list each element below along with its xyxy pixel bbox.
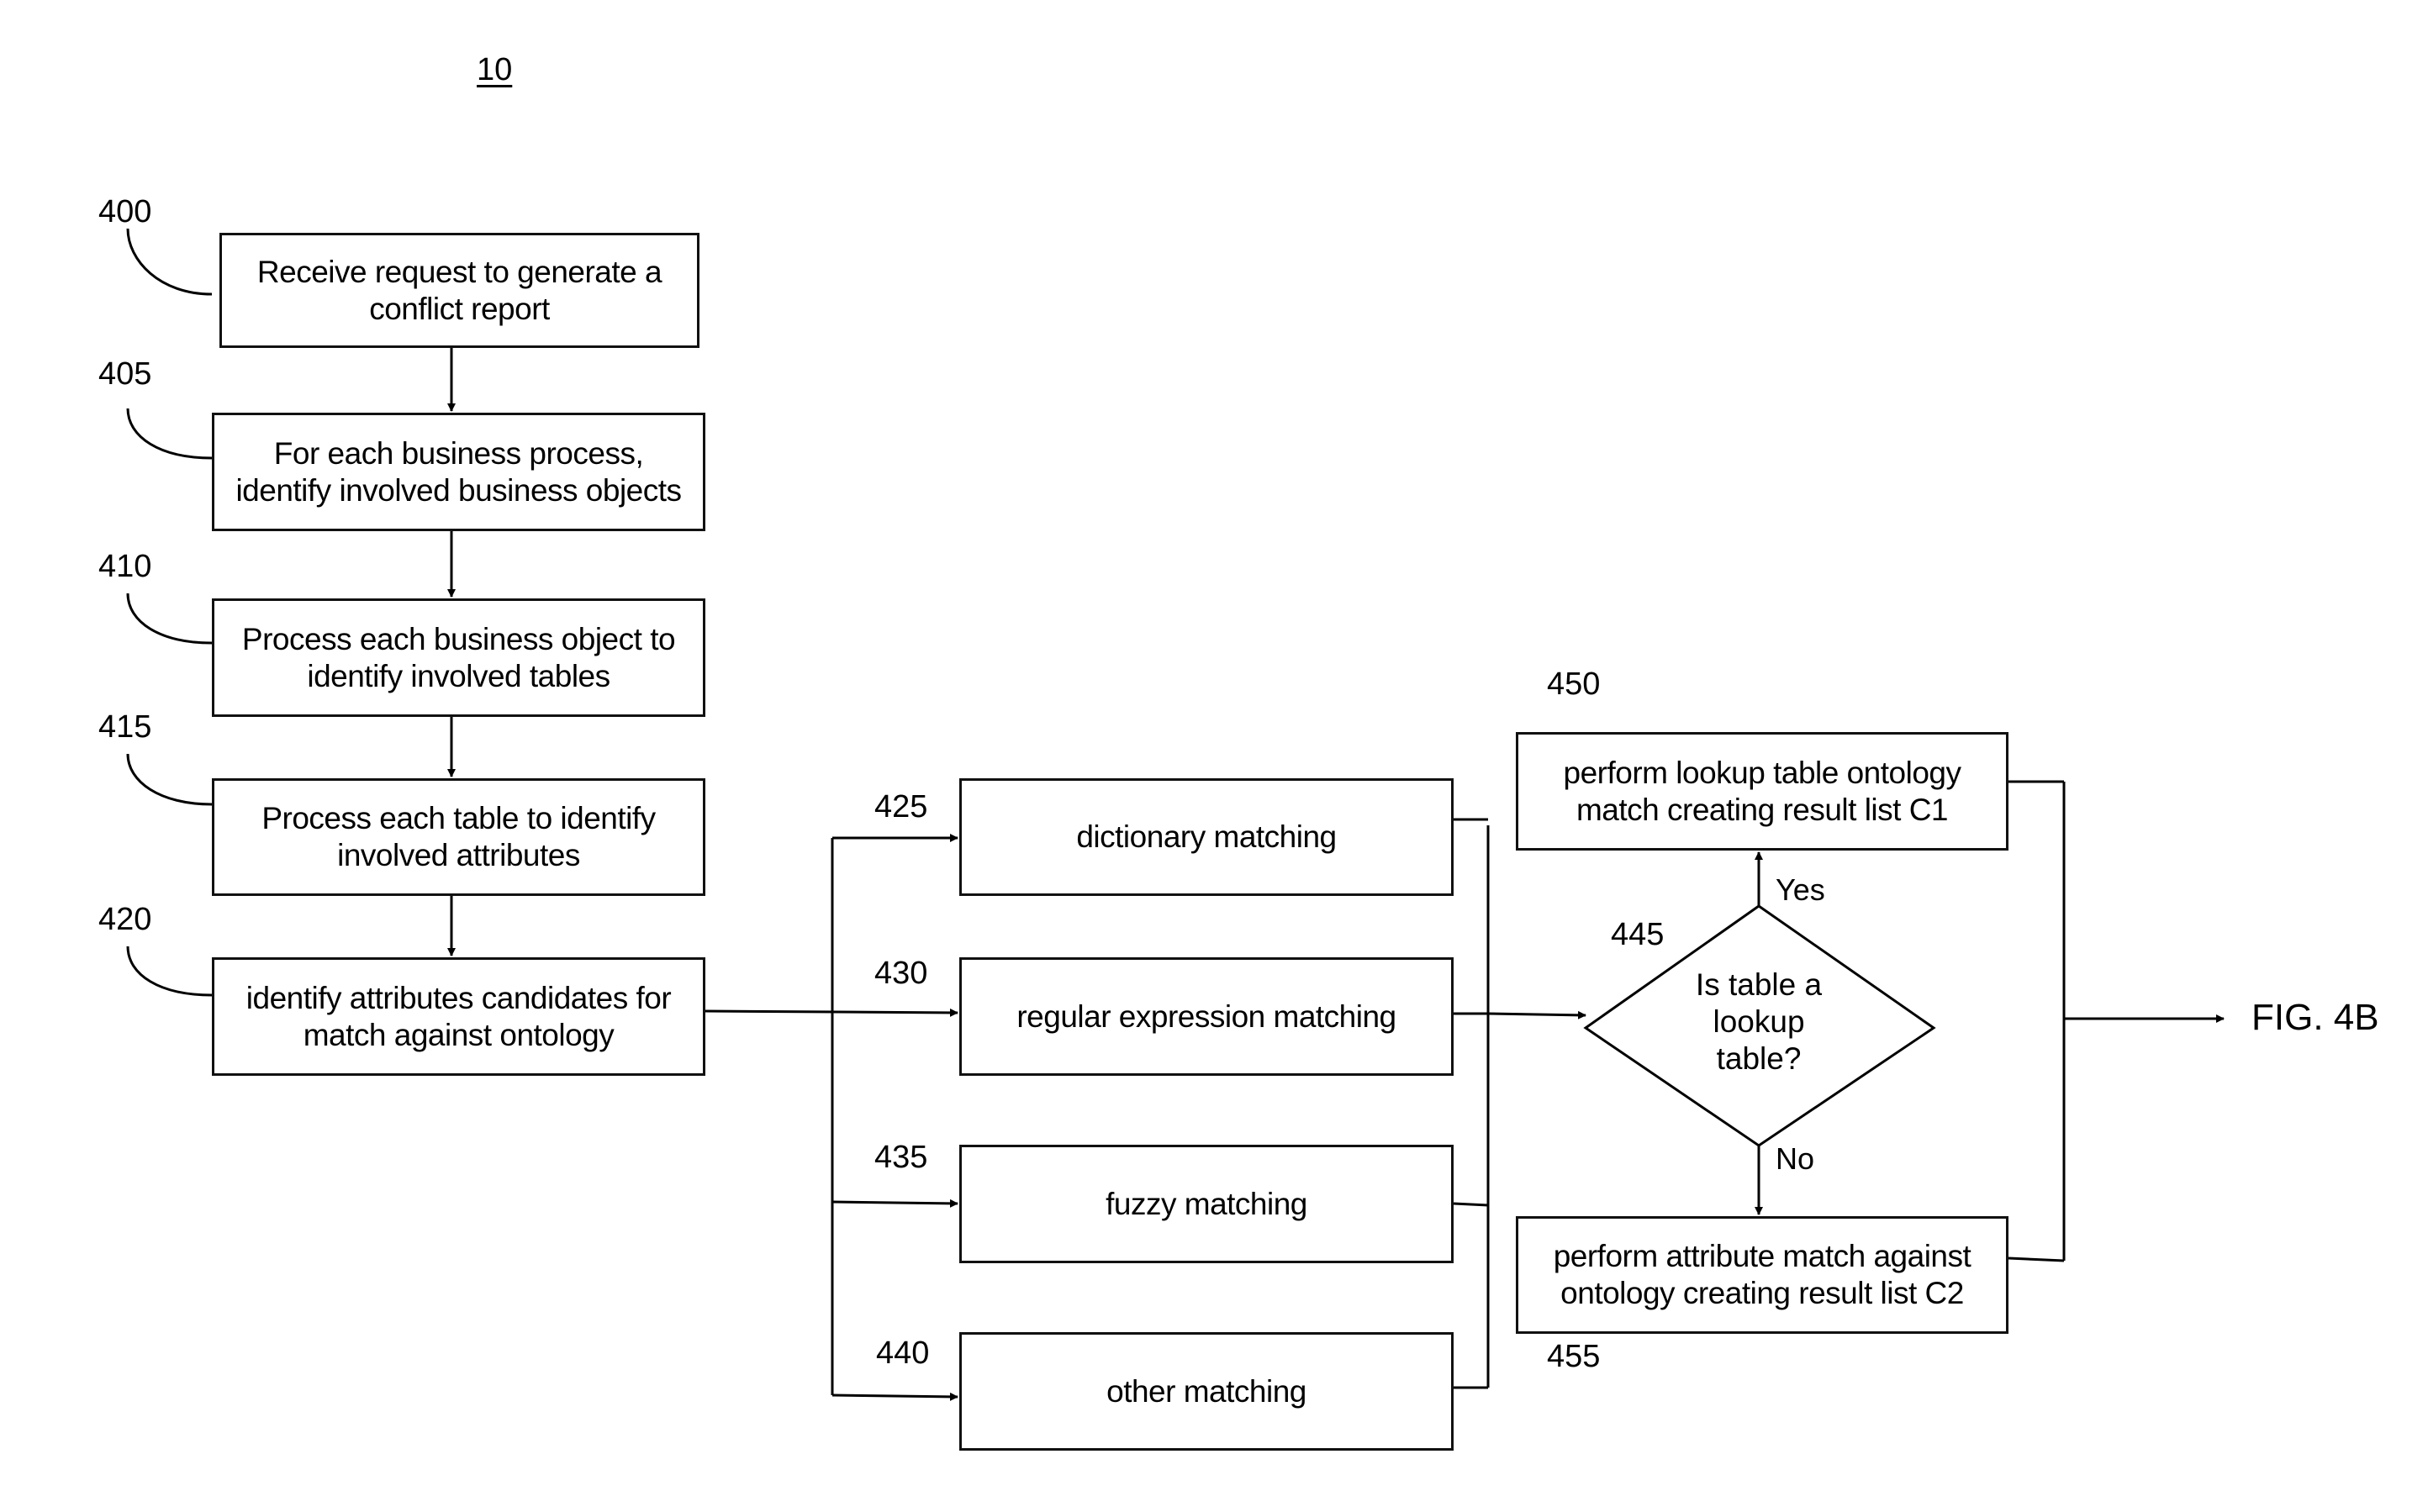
step-text: Receive request to generate a conflict r… [256, 254, 662, 326]
matcher-dictionary: dictionary matching [959, 778, 1454, 896]
arrow-to-435 [831, 1199, 958, 1208]
step-text: identify attributes candidates for match… [245, 980, 672, 1052]
leader-420 [126, 946, 213, 997]
offpage-connector-label: FIG. 4B [2251, 997, 2379, 1038]
merge-455 [2008, 1256, 2065, 1262]
leader-405 [126, 408, 213, 460]
ref-420: 420 [98, 902, 152, 937]
matcher-fuzzy: fuzzy matching [959, 1145, 1454, 1263]
arrow-to-440 [831, 1392, 958, 1401]
outcome-text: perform attribute match against ontology… [1553, 1239, 1971, 1310]
leader-415 [126, 753, 213, 806]
ref-425: 425 [874, 789, 928, 824]
outcome-attribute-match: perform attribute match against ontology… [1516, 1216, 2008, 1334]
ref-455: 455 [1547, 1339, 1601, 1374]
ref-445: 445 [1611, 917, 1665, 952]
matcher-regex: regular expression matching [959, 957, 1454, 1076]
step-receive-request: Receive request to generate a conflict r… [219, 233, 699, 348]
ref-440: 440 [876, 1336, 930, 1371]
step-identify-tables: Process each business object to identify… [212, 598, 705, 717]
step-identify-business-objects: For each business process, identify invo… [212, 413, 705, 531]
step-text: Process each business object to identify… [241, 621, 676, 693]
outcome-text: perform lookup table ontology match crea… [1563, 755, 1961, 827]
decision-text: Is table a lookup table? [1695, 967, 1823, 1076]
figure-number: 10 [477, 52, 513, 87]
matcher-other: other matching [959, 1332, 1454, 1451]
matcher-text: other matching [1106, 1373, 1306, 1409]
step-text: Process each table to identify involved … [261, 801, 656, 872]
ref-400: 400 [98, 194, 152, 229]
ref-435: 435 [874, 1140, 928, 1175]
step-identify-attributes: Process each table to identify involved … [212, 778, 705, 896]
arrow-to-decision [1487, 1010, 1586, 1019]
ref-410: 410 [98, 549, 152, 584]
branch-yes-label: Yes [1776, 872, 1825, 907]
matcher-text: fuzzy matching [1106, 1186, 1307, 1221]
ref-405: 405 [98, 356, 152, 392]
ref-450: 450 [1547, 666, 1601, 702]
ref-430: 430 [874, 956, 928, 991]
step-identify-candidates: identify attributes candidates for match… [212, 957, 705, 1076]
outcome-lookup-table-match: perform lookup table ontology match crea… [1516, 732, 2008, 851]
merge-435 [1453, 1202, 1489, 1207]
leader-400 [126, 228, 213, 296]
leader-410 [126, 593, 213, 645]
matcher-text: dictionary matching [1076, 819, 1337, 854]
step-text: For each business process, identify invo… [235, 435, 682, 508]
ref-415: 415 [98, 709, 152, 745]
branch-no-label: No [1776, 1141, 1815, 1176]
connector-lines [126, 228, 2225, 1401]
matcher-text: regular expression matching [1016, 998, 1396, 1034]
